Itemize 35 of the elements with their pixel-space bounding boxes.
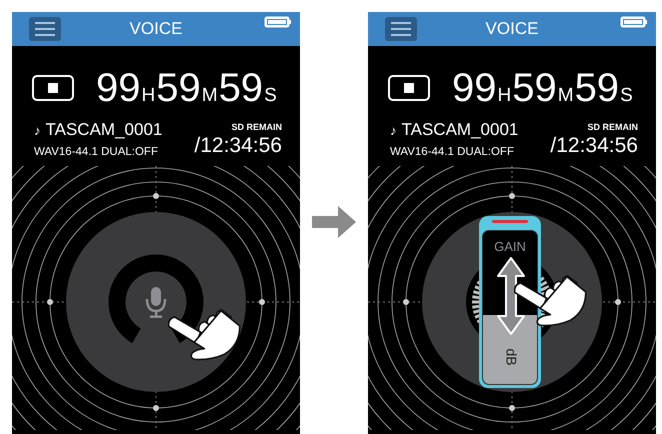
gain-unit: dB (504, 348, 520, 366)
screen-title: VOICE (128, 19, 184, 39)
seconds-unit: S (620, 85, 633, 107)
microphone-icon[interactable] (146, 287, 166, 318)
minutes-value: 59 (156, 66, 201, 110)
up-down-arrow-icon (496, 256, 526, 336)
file-name: TASCAM_0001 (402, 120, 518, 140)
hours-value: 99 (96, 66, 140, 110)
gain-label: GAIN (493, 239, 527, 254)
remain-label: SD REMAIN (587, 122, 638, 132)
seconds-value: 59 (218, 66, 264, 110)
minutes-unit: M (202, 85, 218, 107)
hours-unit: H (142, 85, 156, 107)
right-arrow-icon (312, 206, 356, 238)
file-format: WAV16-44.1 DUAL:OFF (390, 146, 515, 158)
file-format: WAV16-44.1 DUAL:OFF (34, 146, 159, 158)
minutes-unit: M (558, 85, 574, 107)
battery-icon (264, 16, 292, 28)
remain-label: SD REMAIN (231, 122, 282, 132)
menu-button[interactable] (29, 17, 61, 41)
minutes-value: 59 (512, 66, 557, 110)
remain-time: /12:34:56 (194, 134, 282, 158)
music-note: ♪ (34, 123, 40, 138)
file-name: TASCAM_0001 (46, 120, 162, 140)
battery-icon (620, 16, 648, 28)
music-note: ♪ (390, 123, 396, 138)
seconds-value: 59 (574, 66, 620, 110)
hours-unit: H (498, 85, 512, 107)
stop-button[interactable] (32, 75, 74, 101)
seconds-unit: S (264, 85, 277, 107)
remain-time: /12:34:56 (550, 134, 638, 158)
stop-button[interactable] (388, 75, 430, 101)
screen-title: VOICE (484, 19, 540, 39)
menu-button[interactable] (385, 17, 417, 41)
hours-value: 99 (452, 66, 496, 110)
